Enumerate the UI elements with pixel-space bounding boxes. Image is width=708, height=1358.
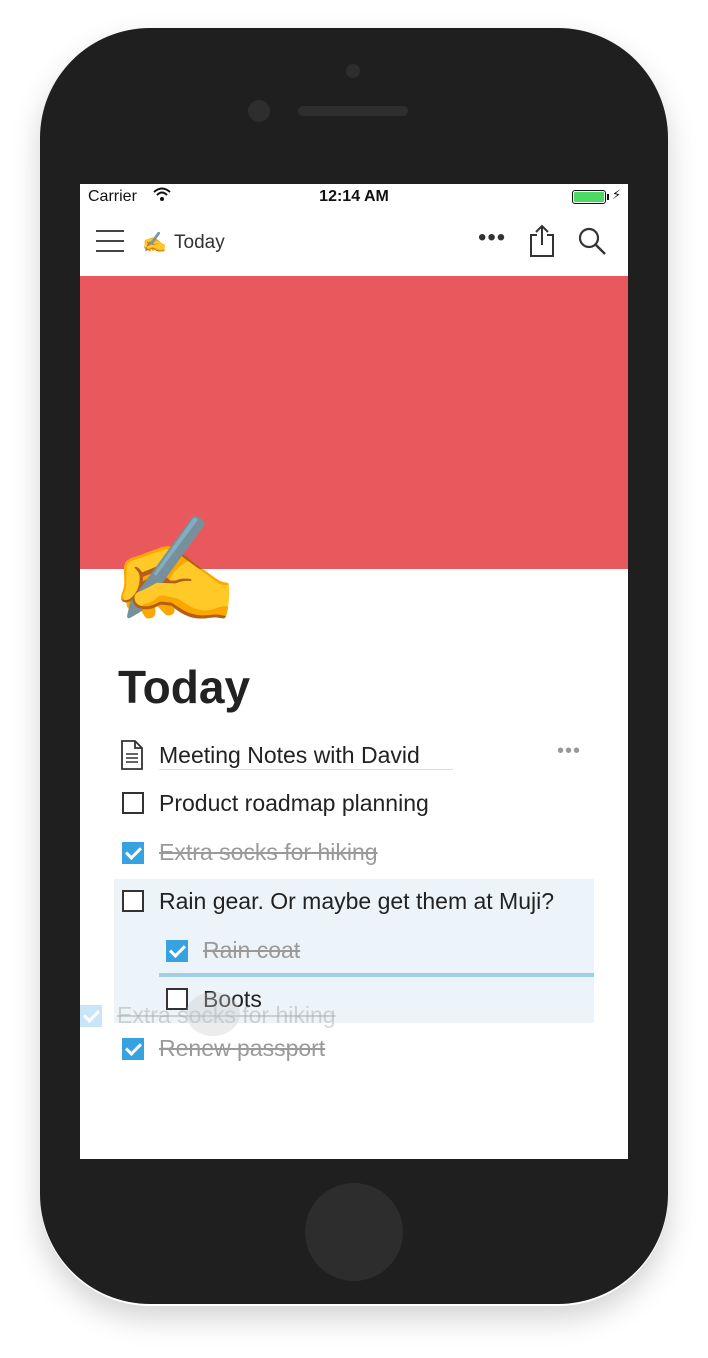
screen: Carrier 12:14 AM ⚡ ✍️ Today ••• ✍️ Today… — [80, 184, 628, 1159]
checkbox-checked[interactable] — [122, 1038, 144, 1060]
checkbox-checked[interactable] — [122, 842, 144, 864]
touch-indicator — [186, 992, 240, 1036]
status-bar: Carrier 12:14 AM ⚡ — [80, 184, 628, 210]
more-options-icon[interactable]: ••• — [478, 224, 506, 252]
todo-label: Product roadmap planning — [159, 790, 429, 816]
clock: 12:14 AM — [319, 188, 389, 205]
battery-nub — [607, 194, 609, 200]
checkbox[interactable] — [122, 792, 144, 814]
document-icon — [120, 740, 144, 776]
battery-icon — [572, 190, 606, 204]
menu-icon[interactable] — [96, 228, 126, 254]
charging-bolt-icon: ⚡ — [612, 187, 622, 202]
page-icon[interactable]: ✍️ — [110, 519, 240, 623]
todo-label: Extra socks for hiking — [159, 839, 378, 865]
checkbox-checked[interactable] — [166, 940, 188, 962]
todo-label: Rain coat — [203, 937, 301, 963]
front-camera — [248, 100, 270, 122]
page-link-label: Meeting Notes with David — [159, 742, 420, 768]
row-more-icon[interactable]: ••• — [557, 740, 581, 763]
page-emoji-icon: ✍️ — [142, 232, 167, 254]
page-title[interactable]: Today — [118, 660, 250, 714]
todo-label: Rain gear. Or maybe get them at Muji? — [159, 888, 555, 914]
nav-title[interactable]: Today — [174, 232, 225, 254]
todo-label: Renew passport — [159, 1035, 326, 1061]
search-icon[interactable] — [577, 226, 607, 261]
navigation-bar: ✍️ Today ••• — [80, 214, 628, 274]
home-button[interactable] — [305, 1183, 403, 1281]
earpiece-speaker — [298, 106, 408, 116]
checkbox-checked — [80, 1005, 102, 1027]
page-link-underline — [159, 769, 453, 770]
share-icon[interactable] — [528, 224, 556, 263]
checkbox[interactable] — [122, 890, 144, 912]
drop-indicator — [159, 973, 594, 977]
proximity-sensor — [346, 64, 360, 78]
